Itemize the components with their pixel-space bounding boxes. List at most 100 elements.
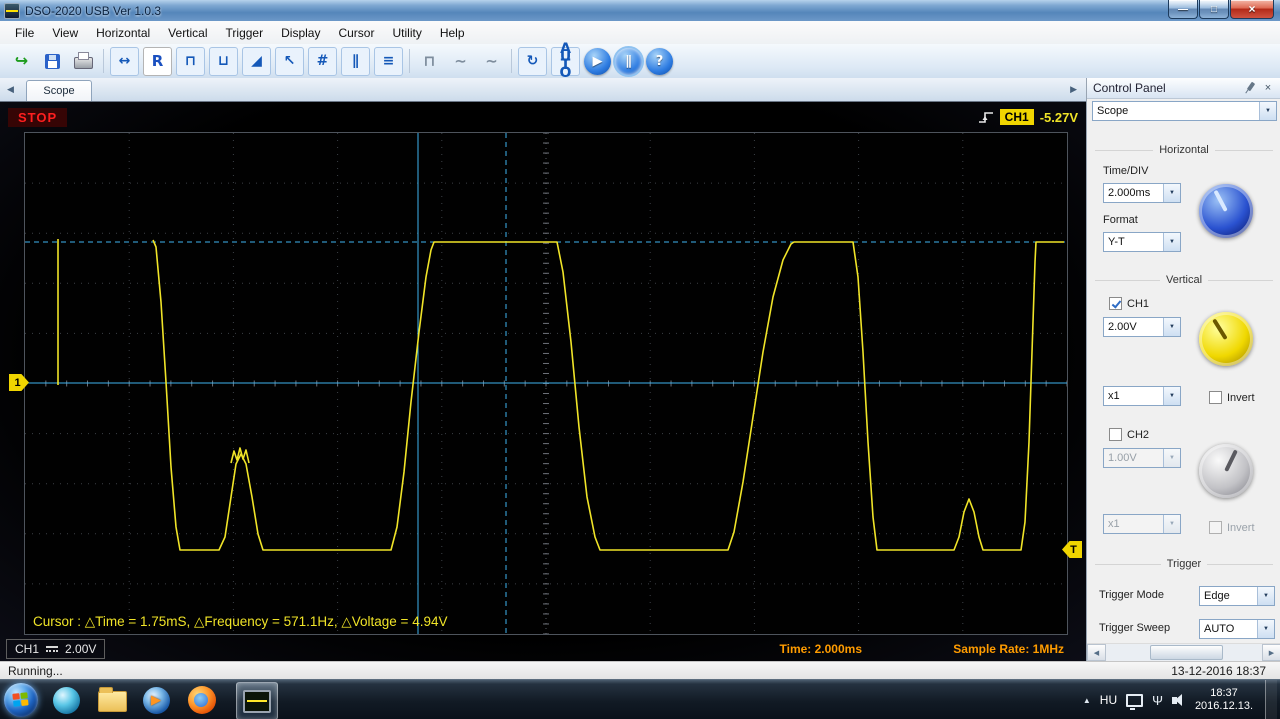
tab-scope[interactable]: Scope [26,80,92,101]
pin-icon[interactable] [1244,81,1258,94]
menu-display[interactable]: Display [272,23,329,43]
scroll-left-icon[interactable]: ◀ [1087,644,1106,661]
ch2-enable-checkbox[interactable]: CH2 [1109,428,1149,441]
ch1-probe-select[interactable]: x1 ▼ [1103,386,1181,406]
sine-wave-icon: ∼ [485,51,498,70]
scope-panel: STOP CH1 -5.27V 1 T Cursor : △Time = 1.7… [0,101,1086,662]
menu-view[interactable]: View [43,23,87,43]
ch1-invert-checkbox[interactable]: Invert [1209,391,1255,404]
firefox-taskbar-button[interactable] [182,682,222,718]
pan-zoom-button[interactable]: ↔ [110,46,139,76]
menu-vertical[interactable]: Vertical [159,23,216,43]
chevron-down-icon[interactable]: ▼ [1163,184,1180,202]
system-tray: ▲ HU Ψ 18:37 2016.12.13. [1083,680,1280,719]
sine-wave-button[interactable]: ∼ [478,48,505,75]
menu-file[interactable]: File [6,23,43,43]
horizontal-position-knob[interactable] [1199,184,1253,238]
step-wave-button[interactable]: ⊓ [416,48,443,75]
media-player-taskbar-button[interactable]: ▶ [136,682,176,718]
chevron-down-icon[interactable]: ▼ [1163,233,1180,251]
waveform-plot [25,133,1067,634]
media-center-taskbar-button[interactable] [46,682,86,718]
minimize-button[interactable]: — [1168,0,1198,19]
checkbox-icon [1209,521,1222,534]
media-player-icon: ▶ [142,686,170,714]
clock-date: 2016.12.13. [1194,700,1254,712]
scroll-right-icon[interactable]: ▶ [1262,644,1280,661]
pulse-window-icon: ⊓ [184,53,197,69]
display-tray-icon[interactable] [1126,693,1144,710]
grid-button[interactable]: # [308,46,337,76]
panel-scrollbar[interactable]: ◀ ▶ [1087,643,1280,661]
ch2-position-knob[interactable] [1199,444,1253,498]
explorer-taskbar-button[interactable] [92,682,132,718]
help-button[interactable]: ? [646,47,673,75]
menu-trigger[interactable]: Trigger [217,23,273,43]
timebase-info: Time: 2.000ms [779,642,863,656]
taskbar: ▶ ▲ HU Ψ 18:37 2016.12.13. [0,679,1280,719]
dso-app-taskbar-button[interactable] [236,682,278,719]
ch2-invert-checkbox[interactable]: Invert [1209,521,1255,534]
smooth-wave-button[interactable]: ∼ [447,48,474,75]
menu-utility[interactable]: Utility [383,23,430,43]
start-button[interactable] [4,683,38,717]
vertical-cursors-button[interactable]: ∥ [341,46,370,76]
pulse-window-button[interactable]: ⊓ [176,46,205,76]
chevron-down-icon[interactable]: ▼ [1163,449,1180,467]
dso-app-icon [243,689,271,713]
chevron-down-icon[interactable]: ▼ [1163,318,1180,336]
hidden-icons-icon[interactable]: ▲ [1083,696,1091,705]
ch1-enable-checkbox[interactable]: CH1 [1109,297,1149,310]
autoset-button[interactable]: AUTO [551,42,580,80]
chevron-down-icon[interactable]: ▼ [1257,587,1274,605]
menu-horizontal[interactable]: Horizontal [87,23,159,43]
scrollbar-thumb[interactable] [1149,645,1224,660]
ch2-probe-select[interactable]: x1 ▼ [1103,514,1181,534]
pause-button[interactable]: ∥ [615,47,642,75]
save-button[interactable] [39,48,66,75]
chevron-down-icon[interactable]: ▼ [1259,102,1276,120]
pulse-window2-icon: ⊔ [217,53,230,69]
menu-help[interactable]: Help [431,23,474,43]
trigger-mode-select[interactable]: Edge ▼ [1199,586,1275,606]
scope-display[interactable]: 1 T Cursor : △Time = 1.75mS, △Frequency … [9,132,1082,635]
tab-scroll-left-icon[interactable]: ◀ [7,84,14,95]
language-indicator[interactable]: HU [1100,693,1117,707]
menu-cursor[interactable]: Cursor [329,23,383,43]
cursor-tool-button[interactable]: ↖ [275,46,304,76]
print-button[interactable] [70,48,97,75]
explorer-icon [97,687,127,712]
pause-icon: ∥ [625,53,632,69]
maximize-button[interactable]: □ [1199,0,1229,19]
run-button[interactable]: ▶ [584,47,611,75]
status-bar: Running... 13-12-2016 18:37 [0,661,1280,680]
trigger-sweep-select[interactable]: AUTO ▼ [1199,619,1275,639]
scrollbar-track[interactable] [1106,644,1262,661]
print-icon [74,52,93,69]
tab-scroll-right-icon[interactable]: ▶ [1070,84,1077,95]
timediv-select[interactable]: 2.000ms ▼ [1103,183,1181,203]
volume-tray-icon[interactable] [1172,693,1182,706]
open-button[interactable]: ↪ [8,48,35,75]
panel-mode-select[interactable]: Scope ▼ [1092,101,1277,121]
clock-time: 18:37 [1210,687,1238,699]
format-select[interactable]: Y-T ▼ [1103,232,1181,252]
reference-button[interactable]: R [143,46,172,76]
chevron-down-icon[interactable]: ▼ [1163,387,1180,405]
chevron-down-icon[interactable]: ▼ [1163,515,1180,533]
ramp-button[interactable]: ◢ [242,46,271,76]
close-button[interactable]: × [1230,0,1274,19]
pulse-window2-button[interactable]: ⊔ [209,46,238,76]
ch2-volt-select[interactable]: 1.00V ▼ [1103,448,1181,468]
refresh-button[interactable]: ↻ [518,46,547,76]
tab-bar: ◀ Scope ▶ [0,78,1086,102]
horizontal-cursors-button[interactable]: ≡ [374,46,403,76]
show-desktop-button[interactable] [1265,680,1277,719]
usb-tray-icon[interactable]: Ψ [1152,694,1163,707]
panel-close-icon[interactable]: × [1261,82,1275,94]
clock[interactable]: 18:37 2016.12.13. [1192,687,1256,713]
titlebar: DSO-2020 USB Ver 1.0.3 — □ × [0,0,1280,22]
ch1-volt-select[interactable]: 2.00V ▼ [1103,317,1181,337]
ch1-position-knob[interactable] [1199,312,1253,366]
chevron-down-icon[interactable]: ▼ [1257,620,1274,638]
